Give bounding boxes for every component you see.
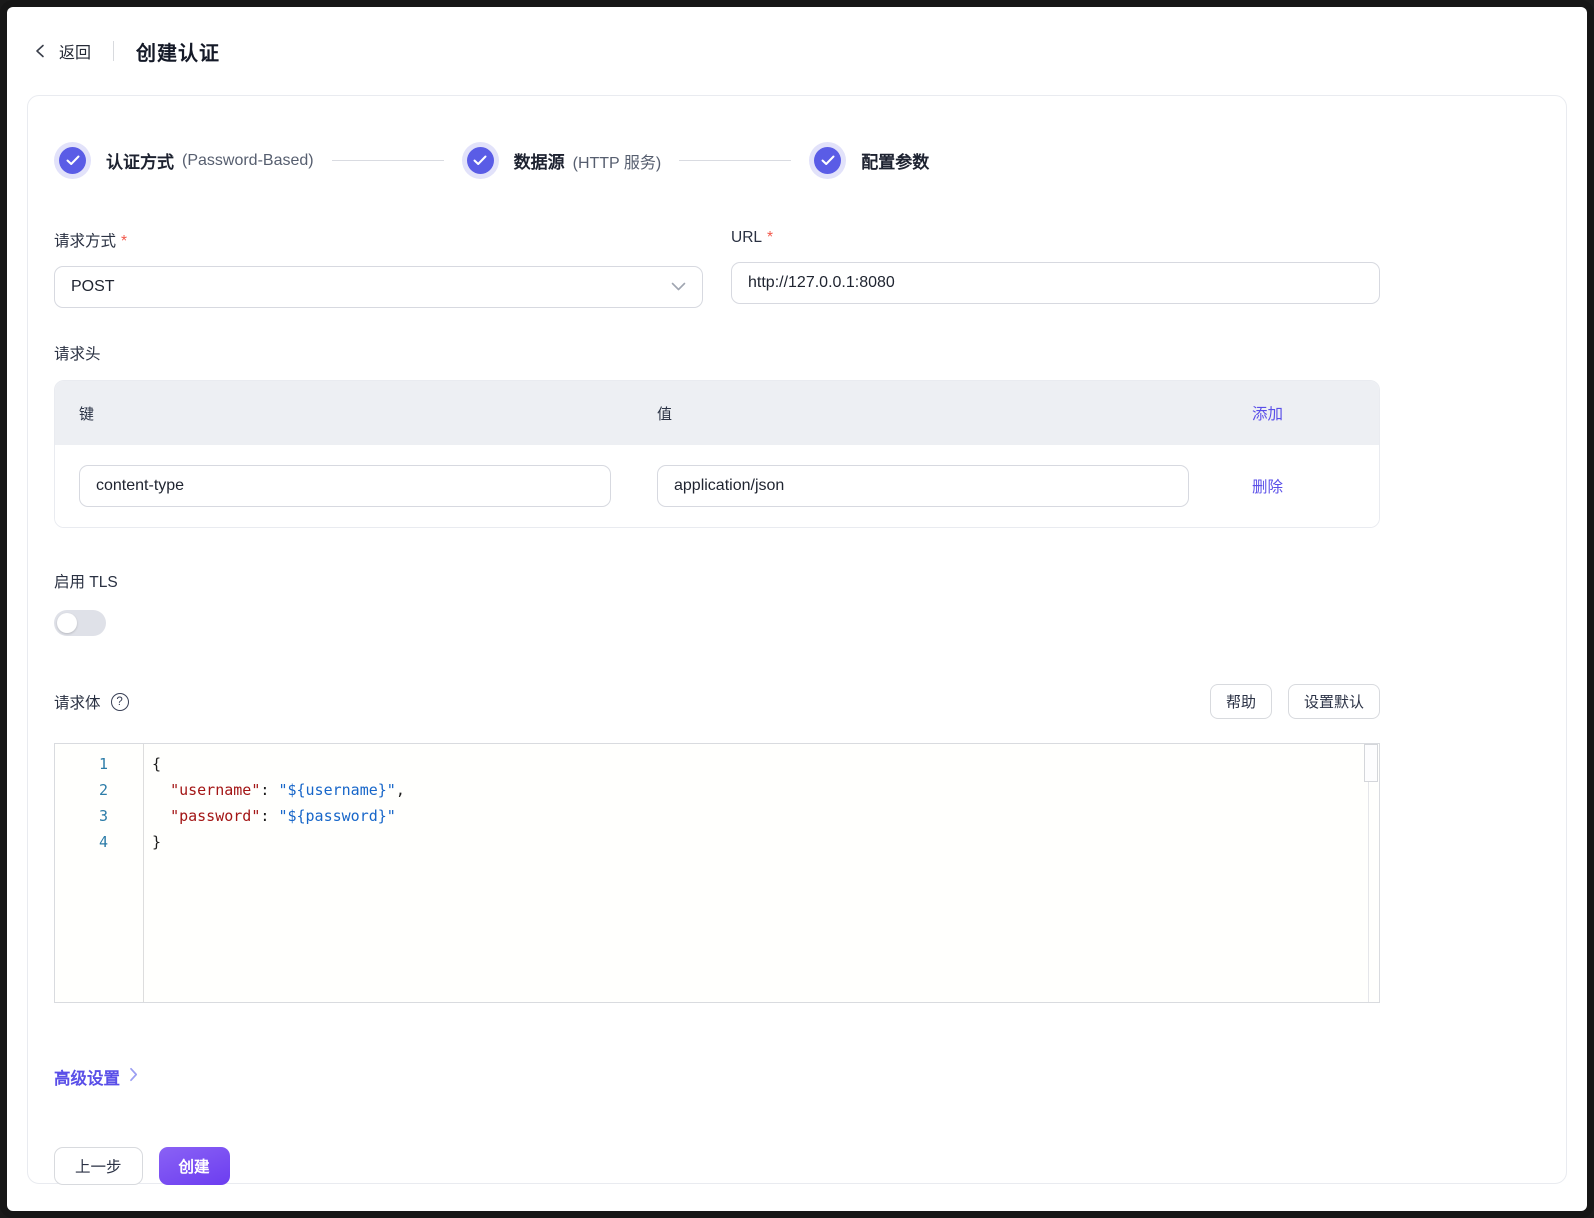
tls-toggle-knob xyxy=(57,613,77,633)
code-line: } xyxy=(152,833,162,851)
step-sublabel: (Password-Based) xyxy=(182,151,314,169)
line-number: 4 xyxy=(98,833,108,851)
advanced-settings-link[interactable]: 高级设置 xyxy=(54,1065,138,1089)
request-body-actions: 帮助 设置默认 xyxy=(1209,684,1380,719)
help-icon[interactable] xyxy=(110,692,129,711)
step-check-icon xyxy=(814,147,842,174)
card-content: 认证方式 (Password-Based) 数据源 (HTTP 服务) 配置参数… xyxy=(54,142,1380,1185)
code-line: { xyxy=(152,755,162,773)
step-label: 认证方式 xyxy=(106,153,174,172)
required-mark: * xyxy=(121,233,128,250)
step-sublabel: (HTTP 服务) xyxy=(572,154,662,172)
stepper-step-auth-method[interactable]: 认证方式 (Password-Based) xyxy=(54,142,314,179)
create-button[interactable]: 创建 xyxy=(158,1147,230,1185)
header-key-input[interactable] xyxy=(79,465,611,507)
back-label: 返回 xyxy=(59,45,92,62)
step-label: 配置参数 xyxy=(861,153,930,172)
step-check-icon xyxy=(59,147,86,174)
stepper-connector xyxy=(331,160,444,161)
step-label: 数据源 xyxy=(513,153,565,172)
editor-line-numbers: 1 2 3 4 xyxy=(55,744,144,1002)
footer-actions: 上一步 创建 xyxy=(54,1147,1380,1185)
page: 返回 创建认证 认证方式 (Password-Based) 数据源 (HTTP … xyxy=(7,7,1587,1211)
chevron-down-icon xyxy=(671,278,686,296)
advanced-settings-label: 高级设置 xyxy=(54,1070,120,1088)
tls-label: 启用 TLS xyxy=(54,574,118,591)
stepper-step-data-source[interactable]: 数据源 (HTTP 服务) xyxy=(462,142,662,179)
stepper: 认证方式 (Password-Based) 数据源 (HTTP 服务) 配置参数 xyxy=(54,142,1380,179)
header-value-input[interactable] xyxy=(657,465,1189,507)
request-body-header-row: 请求体 帮助 设置默认 xyxy=(54,684,1380,719)
help-button[interactable]: 帮助 xyxy=(1209,684,1272,719)
header-row: 删除 xyxy=(55,445,1379,527)
set-default-button[interactable]: 设置默认 xyxy=(1287,684,1380,719)
delete-header-link[interactable]: 删除 xyxy=(1235,475,1355,497)
method-label: 请求方式 * xyxy=(54,233,128,250)
line-number: 1 xyxy=(98,755,108,773)
page-title: 创建认证 xyxy=(136,42,221,65)
tls-toggle[interactable] xyxy=(54,610,106,636)
required-mark: * xyxy=(767,229,774,246)
add-header-link[interactable]: 添加 xyxy=(1235,402,1355,424)
value-column-header: 值 xyxy=(657,405,673,423)
key-column-header: 键 xyxy=(79,405,95,423)
topbar-divider xyxy=(113,41,115,61)
stepper-step-config-params[interactable]: 配置参数 xyxy=(809,142,929,179)
code-line: "username": "${username}", xyxy=(170,781,405,799)
editor-code: { "username": "${username}", "password":… xyxy=(144,744,1379,1002)
stepper-connector xyxy=(679,160,792,161)
line-number: 3 xyxy=(98,807,108,825)
step-check-icon xyxy=(466,147,494,174)
line-number: 2 xyxy=(98,781,108,799)
code-line: "password": "${password}" xyxy=(170,807,396,825)
method-url-row: 请求方式 * POST URL * xyxy=(54,229,1380,308)
back-button[interactable]: 返回 xyxy=(33,39,91,63)
screenshot-frame: 返回 创建认证 认证方式 (Password-Based) 数据源 (HTTP … xyxy=(0,0,1594,1218)
headers-section-label: 请求头 xyxy=(54,346,101,363)
topbar: 返回 创建认证 xyxy=(7,7,1587,95)
chevron-right-icon xyxy=(129,1067,138,1087)
method-select[interactable]: POST xyxy=(54,266,703,308)
create-auth-card: 认证方式 (Password-Based) 数据源 (HTTP 服务) 配置参数… xyxy=(27,95,1567,1185)
method-field: 请求方式 * POST xyxy=(54,229,703,308)
headers-table: 键 值 添加 删除 xyxy=(54,380,1380,528)
editor-scrollbar[interactable] xyxy=(1364,744,1378,782)
request-body-label: 请求体 xyxy=(54,694,101,712)
url-field: URL * xyxy=(731,229,1380,308)
request-body-editor[interactable]: 1 2 3 4 { "username": "${username}", "pa… xyxy=(54,743,1380,1003)
url-input[interactable] xyxy=(731,262,1380,304)
editor-scrollbar-track xyxy=(1368,744,1369,1002)
request-body-label-group: 请求体 xyxy=(54,691,129,713)
chevron-left-icon xyxy=(33,42,47,60)
headers-table-head: 键 值 添加 xyxy=(55,381,1379,445)
method-select-value: POST xyxy=(71,278,115,295)
url-label: URL * xyxy=(731,229,774,246)
previous-step-button[interactable]: 上一步 xyxy=(54,1147,143,1185)
